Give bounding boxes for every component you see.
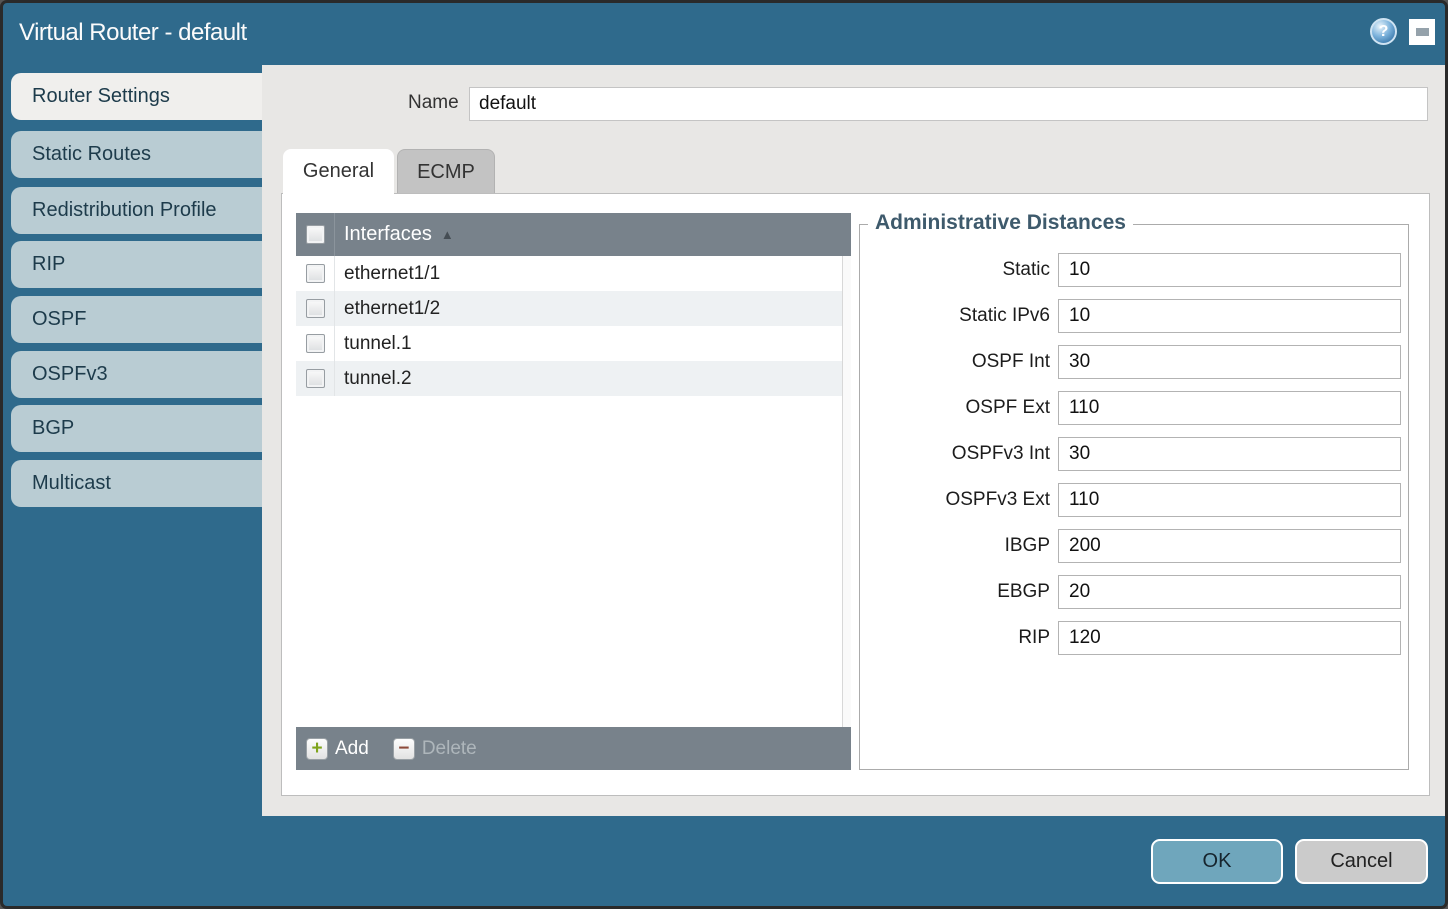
delete-button-label: Delete [422,738,477,760]
administrative-distances-group: Administrative Distances Static Static I… [859,224,1409,770]
ospfv3-int-label: OSPFv3 Int [860,443,1050,465]
table-row[interactable]: ethernet1/2 [296,291,851,326]
ospf-int-input[interactable] [1058,345,1401,379]
administrative-distances-title: Administrative Distances [868,211,1133,235]
add-button-label: Add [335,738,369,760]
name-input[interactable] [469,87,1428,121]
interfaces-table: Interfaces ▲ ethernet1/1 ethernet1/2 tun… [296,213,851,770]
table-row[interactable]: tunnel.1 [296,326,851,361]
row-checkbox[interactable] [306,264,325,283]
interface-name: ethernet1/2 [344,298,440,320]
sort-ascending-icon[interactable]: ▲ [441,227,454,242]
content-panel: Name General ECMP Interfaces ▲ ethernet1… [262,65,1445,816]
delete-icon: − [393,738,415,760]
row-checkbox[interactable] [306,299,325,318]
ospfv3-int-input[interactable] [1058,437,1401,471]
cancel-button[interactable]: Cancel [1295,839,1428,884]
delete-button[interactable]: − Delete [393,738,477,760]
static-label: Static [860,259,1050,281]
interfaces-column-header: Interfaces [344,223,432,246]
field-row-ibgp: IBGP [860,529,1408,563]
interface-name: tunnel.1 [344,333,412,355]
static-input[interactable] [1058,253,1401,287]
tab-general[interactable]: General [283,149,394,194]
field-row-ospfv3-ext: OSPFv3 Ext [860,483,1408,517]
interfaces-table-toolbar: + Add − Delete [296,727,851,770]
rip-input[interactable] [1058,621,1401,655]
sidebar-item-bgp[interactable]: BGP [11,405,265,452]
interface-name: tunnel.2 [344,368,412,390]
sidebar-item-rip[interactable]: RIP [11,241,265,288]
sidebar-item-redistribution-profile[interactable]: Redistribution Profile [11,187,265,234]
sidebar-item-ospfv3[interactable]: OSPFv3 [11,351,265,398]
virtual-router-dialog: Virtual Router - default ? Router Settin… [0,0,1448,909]
general-tab-panel: Interfaces ▲ ethernet1/1 ethernet1/2 tun… [281,193,1430,796]
row-checkbox[interactable] [306,334,325,353]
help-icon-glyph: ? [1379,23,1389,41]
table-row[interactable]: tunnel.2 [296,361,851,396]
table-row[interactable]: ethernet1/1 [296,256,851,291]
titlebar: Virtual Router - default ? [3,3,1445,65]
ospfv3-ext-input[interactable] [1058,483,1401,517]
interface-name: ethernet1/1 [344,263,440,285]
ibgp-input[interactable] [1058,529,1401,563]
select-all-checkbox[interactable] [306,225,325,244]
interfaces-table-header: Interfaces ▲ [296,213,851,256]
ibgp-label: IBGP [860,535,1050,557]
ospf-ext-input[interactable] [1058,391,1401,425]
window-restore-icon-inner [1416,28,1429,36]
ospf-ext-label: OSPF Ext [860,397,1050,419]
ospfv3-ext-label: OSPFv3 Ext [860,489,1050,511]
static-ipv6-input[interactable] [1058,299,1401,333]
interfaces-table-body: ethernet1/1 ethernet1/2 tunnel.1 tunnel.… [296,256,851,727]
ok-button[interactable]: OK [1151,839,1283,884]
name-label: Name [408,92,459,114]
field-row-ospf-ext: OSPF Ext [860,391,1408,425]
add-button[interactable]: + Add [306,738,369,760]
sidebar-item-router-settings[interactable]: Router Settings [11,73,265,120]
ebgp-label: EBGP [860,581,1050,603]
field-row-ospfv3-int: OSPFv3 Int [860,437,1408,471]
window-restore-icon[interactable] [1409,19,1435,45]
sidebar-item-ospf[interactable]: OSPF [11,296,265,343]
table-scrollbar[interactable] [842,256,851,727]
field-row-static: Static [860,253,1408,287]
static-ipv6-label: Static IPv6 [860,305,1050,327]
field-row-static-ipv6: Static IPv6 [860,299,1408,333]
ospf-int-label: OSPF Int [860,351,1050,373]
ebgp-input[interactable] [1058,575,1401,609]
tab-ecmp[interactable]: ECMP [397,149,495,194]
sidebar-item-multicast[interactable]: Multicast [11,460,265,507]
row-checkbox[interactable] [306,369,325,388]
rip-label: RIP [860,627,1050,649]
field-row-rip: RIP [860,621,1408,655]
field-row-ebgp: EBGP [860,575,1408,609]
dialog-title: Virtual Router - default [19,19,247,47]
add-icon: + [306,738,328,760]
field-row-ospf-int: OSPF Int [860,345,1408,379]
sidebar-item-static-routes[interactable]: Static Routes [11,131,265,178]
help-icon[interactable]: ? [1370,18,1397,45]
